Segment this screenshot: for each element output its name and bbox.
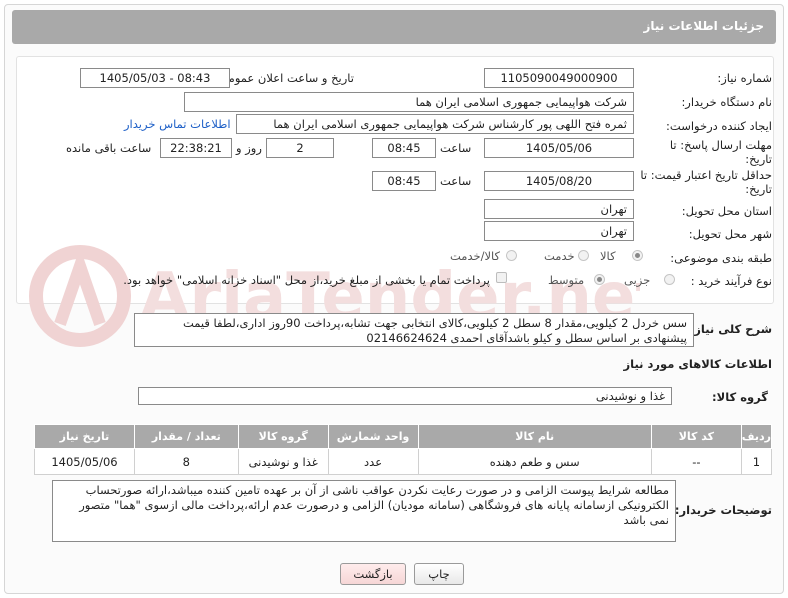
cell-group: غذا و نوشیدنی bbox=[237, 448, 329, 475]
description-field: سس خردل 2 کیلویی،مقدار 8 سطل 2 کیلویی،کا… bbox=[134, 313, 694, 347]
requester-label: ایجاد کننده درخواست: bbox=[666, 119, 772, 133]
price-validity-date-field: 1405/08/20 bbox=[484, 171, 634, 191]
treasury-payment-note: پرداخت تمام یا بخشی از مبلغ خرید،از محل … bbox=[123, 273, 490, 287]
delivery-province-label: استان محل تحویل: bbox=[681, 204, 772, 218]
buyer-org-field: شرکت هواپیمایی جمهوری اسلامی ایران هما bbox=[184, 92, 634, 112]
process-radio-minor[interactable] bbox=[664, 274, 675, 285]
category-radio-service[interactable] bbox=[578, 250, 589, 261]
cell-name: سس و طعم دهنده bbox=[417, 448, 652, 475]
category-option-service: خدمت bbox=[544, 249, 575, 263]
category-label: طبقه بندی موضوعی: bbox=[670, 251, 772, 265]
delivery-province-field: تهران bbox=[484, 199, 634, 219]
remaining-days-field: 2 bbox=[266, 138, 334, 158]
col-group: گروه کالا bbox=[237, 424, 329, 449]
buyer-org-label: نام دستگاه خریدار: bbox=[681, 95, 772, 109]
reply-time-label: ساعت bbox=[440, 141, 472, 155]
announce-datetime-field: 1405/05/03 - 08:43 bbox=[80, 68, 230, 88]
buyer-notes-label: توضیحات خریدار: bbox=[674, 503, 772, 517]
price-validity-label: حداقل تاریخ اعتبار قیمت: تا تاریخ: bbox=[640, 168, 772, 196]
process-option-minor: جزیی bbox=[624, 273, 651, 287]
col-code: کد کالا bbox=[650, 424, 742, 449]
process-type-label: نوع فرآیند خرید : bbox=[690, 274, 772, 288]
process-option-medium: متوسط bbox=[548, 273, 585, 287]
remaining-time-field: 22:38:21 bbox=[160, 138, 232, 158]
cell-need-date: 1405/05/06 bbox=[34, 448, 135, 475]
need-number-label: شماره نیاز: bbox=[717, 71, 772, 85]
goods-table: ردیف کد کالا نام کالا واحد شمارش گروه کا… bbox=[34, 424, 773, 475]
back-button[interactable]: بازگشت bbox=[340, 563, 406, 585]
description-label: شرح کلی نیاز: bbox=[689, 322, 772, 336]
col-unit: واحد شمارش bbox=[327, 424, 419, 449]
category-radio-goods[interactable] bbox=[632, 250, 643, 261]
category-option-goods: کالا bbox=[600, 249, 616, 263]
cell-row: 1 bbox=[740, 448, 773, 475]
category-radio-goods-service[interactable] bbox=[506, 250, 517, 261]
category-option-goods-service: کالا/خدمت bbox=[450, 249, 501, 263]
cell-unit: عدد bbox=[327, 448, 419, 475]
table-row: 1 -- سس و طعم دهنده عدد غذا و نوشیدنی 8 … bbox=[34, 448, 773, 475]
delivery-city-label: شهر محل تحویل: bbox=[688, 227, 772, 241]
need-number-field: 1105090049000900 bbox=[484, 68, 634, 88]
goods-table-header: ردیف کد کالا نام کالا واحد شمارش گروه کا… bbox=[34, 424, 773, 449]
buyer-contact-link[interactable]: اطلاعات تماس خریدار bbox=[124, 117, 231, 131]
cell-quantity: 8 bbox=[133, 448, 239, 475]
reply-deadline-label: مهلت ارسال پاسخ: تا تاریخ: bbox=[669, 138, 772, 166]
treasury-payment-checkbox[interactable] bbox=[496, 272, 507, 283]
remaining-time-label: ساعت باقی مانده bbox=[66, 141, 152, 155]
reply-date-field: 1405/05/06 bbox=[484, 138, 634, 158]
reply-time-field: 08:45 bbox=[372, 138, 436, 158]
goods-group-field: غذا و نوشیدنی bbox=[138, 387, 672, 405]
col-quantity: تعداد / مقدار bbox=[133, 424, 239, 449]
print-button[interactable]: چاپ bbox=[414, 563, 464, 585]
col-name: نام کالا bbox=[417, 424, 652, 449]
price-validity-time-label: ساعت bbox=[440, 174, 472, 188]
buyer-notes-field: مطالعه شرایط پیوست الزامی و در صورت رعای… bbox=[52, 480, 676, 542]
announce-datetime-label: تاریخ و ساعت اعلان عمومی: bbox=[215, 71, 354, 85]
delivery-city-field: تهران bbox=[484, 221, 634, 241]
requester-field: ثمره فتح اللهی پور کارشناس شرکت هواپیمای… bbox=[236, 114, 634, 134]
page-title: جزئیات اطلاعات نیاز bbox=[643, 19, 764, 33]
days-label: روز و bbox=[236, 141, 262, 155]
process-radio-medium[interactable] bbox=[594, 274, 605, 285]
goods-section-title: اطلاعات کالاهای مورد نیاز bbox=[623, 357, 772, 371]
page-header: جزئیات اطلاعات نیاز bbox=[12, 10, 776, 44]
price-validity-time-field: 08:45 bbox=[372, 171, 436, 191]
cell-code: -- bbox=[650, 448, 742, 475]
goods-group-label: گروه کالا: bbox=[712, 390, 768, 404]
col-need-date: تاریخ نیاز bbox=[34, 424, 135, 449]
col-row: ردیف bbox=[740, 424, 773, 449]
